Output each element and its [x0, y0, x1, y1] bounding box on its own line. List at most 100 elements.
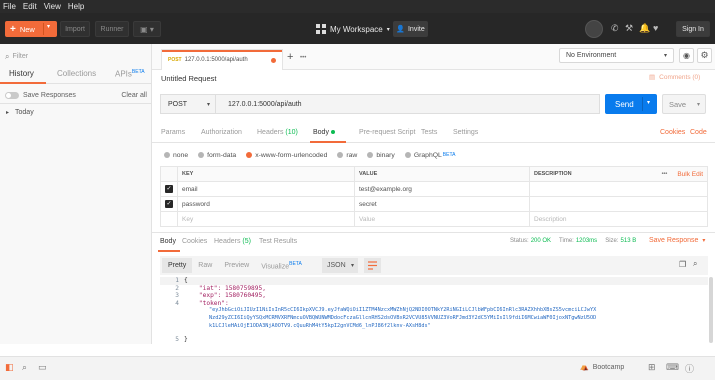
bulk-edit-link[interactable]: Bulk Edit — [677, 171, 703, 178]
column-options-button[interactable]: ••• — [662, 171, 668, 177]
menu-file[interactable]: File — [3, 2, 16, 11]
view-raw[interactable]: Raw — [192, 262, 218, 269]
keyboard-icon[interactable]: ⌨ — [666, 362, 679, 373]
response-tab-body[interactable]: Body — [160, 238, 176, 245]
tab-apis[interactable]: APIsBETA — [115, 69, 145, 79]
comments-button[interactable]: ▤ Comments (0) — [649, 73, 700, 82]
status-badge[interactable]: 200 OK — [531, 238, 551, 244]
history-group-today[interactable]: ▸ Today — [6, 107, 34, 118]
environment-select[interactable]: No Environment ▾ — [559, 48, 674, 63]
response-tab-headers[interactable]: Headers (5) — [214, 238, 251, 245]
value-cell[interactable]: test@example.org — [354, 181, 530, 197]
sidebar-toggle-icon[interactable]: ◧ — [5, 362, 14, 373]
radio-none[interactable]: none — [164, 152, 188, 159]
bootcamp-button[interactable]: ⛺ Bootcamp — [580, 363, 624, 372]
key-cell[interactable]: password — [177, 196, 355, 212]
tab-authorization[interactable]: Authorization — [201, 129, 242, 136]
chevron-down-icon[interactable]: ▾ — [647, 99, 650, 106]
key-cell[interactable]: email — [177, 181, 355, 197]
code-link[interactable]: Code — [690, 129, 707, 136]
gear-icon: ⚙ — [700, 50, 709, 60]
checkbox-checked-icon[interactable]: ✓ — [165, 185, 173, 193]
search-icon[interactable]: ⌕ — [693, 259, 697, 269]
radio-binary[interactable]: binary — [367, 152, 395, 159]
invite-button[interactable]: 👤 Invite — [393, 21, 428, 37]
request-title[interactable]: Untitled Request — [161, 74, 216, 83]
bell-icon[interactable]: 🔔 — [639, 23, 650, 34]
menu-edit[interactable]: Edit — [23, 2, 37, 11]
tab-history[interactable]: History — [9, 69, 34, 78]
tab-headers[interactable]: Headers (10) — [257, 129, 298, 136]
clear-all-button[interactable]: Clear all — [121, 92, 147, 99]
chevron-down-icon[interactable]: ▾ — [47, 23, 50, 30]
save-response-button[interactable]: Save Response ▾ — [649, 237, 705, 244]
tab-collections[interactable]: Collections — [57, 69, 96, 78]
method-select[interactable]: POST ▾ — [160, 94, 215, 114]
console-icon[interactable]: ▭ — [38, 362, 47, 373]
tab-pre-request-script[interactable]: Pre-request Script — [359, 129, 415, 136]
wrench-icon[interactable]: ⚒ — [625, 23, 633, 34]
value-placeholder[interactable]: Value — [354, 211, 530, 227]
sidebar-filter[interactable]: ⌕ Filter — [5, 50, 147, 63]
new-button[interactable]: + New ▾ — [5, 21, 57, 37]
new-window-button[interactable]: ▣ ▾ — [133, 21, 161, 37]
key-placeholder[interactable]: Key — [177, 211, 355, 227]
save-responses-toggle[interactable]: Save Responses Clear all — [5, 89, 147, 101]
value-cell[interactable]: secret — [354, 196, 530, 212]
response-tab-cookies[interactable]: Cookies — [182, 238, 207, 245]
runner-button[interactable]: Runner — [95, 21, 129, 37]
new-tab-button[interactable]: + — [287, 51, 293, 63]
row-checkbox[interactable]: ✓ — [160, 196, 178, 212]
import-button[interactable]: Import — [60, 21, 90, 37]
sync-status-icon[interactable] — [585, 20, 603, 38]
response-size[interactable]: 513 B — [621, 238, 637, 244]
description-cell[interactable] — [529, 196, 708, 212]
view-preview[interactable]: Preview — [218, 262, 255, 269]
sidebar: ⌕ Filter History Collections APIsBETA Sa… — [0, 44, 152, 344]
radio-raw[interactable]: raw — [337, 152, 357, 159]
response-tabs: Body Cookies Headers (5) Test Results St… — [152, 232, 715, 252]
workspace-switcher[interactable]: My Workspace ▾ — [316, 21, 390, 37]
menu-view[interactable]: View — [44, 2, 61, 11]
format-select[interactable]: JSON ▾ — [322, 258, 358, 273]
description-cell[interactable] — [529, 181, 708, 197]
heart-icon[interactable]: ♥ — [653, 23, 658, 33]
tab-settings[interactable]: Settings — [453, 129, 478, 136]
help-icon[interactable]: ⓘ — [685, 362, 694, 375]
radio-form-data[interactable]: form-data — [198, 152, 236, 159]
response-tab-test-results[interactable]: Test Results — [259, 238, 297, 245]
checkbox-checked-icon[interactable]: ✓ — [165, 200, 173, 208]
url-input[interactable]: 127.0.0.1:5000/api/auth — [215, 94, 600, 114]
window-plus-icon: ▣ ▾ — [140, 24, 154, 34]
send-button[interactable]: Send ▾ — [605, 94, 657, 114]
find-icon[interactable]: ⌕ — [22, 362, 27, 373]
response-body-editor[interactable]: 1{ 2 "iat": 1580759895, 3 "exp": 1580760… — [160, 277, 708, 347]
comment-icon: ▤ — [649, 74, 656, 81]
view-visualize[interactable]: VisualizeBETA — [255, 261, 308, 270]
description-placeholder[interactable]: Description — [529, 211, 708, 227]
tab-options-button[interactable]: ••• — [300, 55, 306, 61]
cookies-link[interactable]: Cookies — [660, 129, 685, 136]
satellite-icon[interactable]: ✆ — [611, 23, 619, 34]
response-time[interactable]: 1203ms — [576, 238, 597, 244]
menu-help[interactable]: Help — [68, 2, 84, 11]
wrap-lines-button[interactable] — [364, 258, 381, 273]
tab-params[interactable]: Params — [161, 129, 185, 136]
code-line: 3 "exp": 1580760495, — [175, 292, 266, 300]
toggle-switch[interactable] — [5, 91, 19, 99]
view-pretty[interactable]: Pretty — [162, 258, 193, 273]
request-tab[interactable]: POST 127.0.0.1:5000/api/auth — [161, 49, 283, 70]
row-checkbox[interactable]: ✓ — [160, 181, 178, 197]
radio-urlencoded[interactable]: x-www-form-urlencoded — [246, 152, 327, 159]
sign-in-button[interactable]: Sign In — [676, 21, 710, 37]
tab-body[interactable]: Body — [313, 129, 335, 136]
save-button[interactable]: Save ▾ — [662, 94, 706, 114]
chevron-down-icon[interactable]: ▾ — [697, 101, 700, 108]
copy-icon[interactable]: ❐ — [679, 260, 686, 269]
tab-tests[interactable]: Tests — [421, 129, 437, 136]
environment-quick-look-button[interactable]: ◉ — [679, 48, 694, 63]
scrollbar[interactable] — [709, 277, 713, 343]
layout-icon[interactable]: ⊞ — [648, 362, 656, 373]
radio-graphql[interactable]: GraphQL BETA — [404, 152, 456, 159]
manage-environments-button[interactable]: ⚙ — [697, 48, 712, 63]
